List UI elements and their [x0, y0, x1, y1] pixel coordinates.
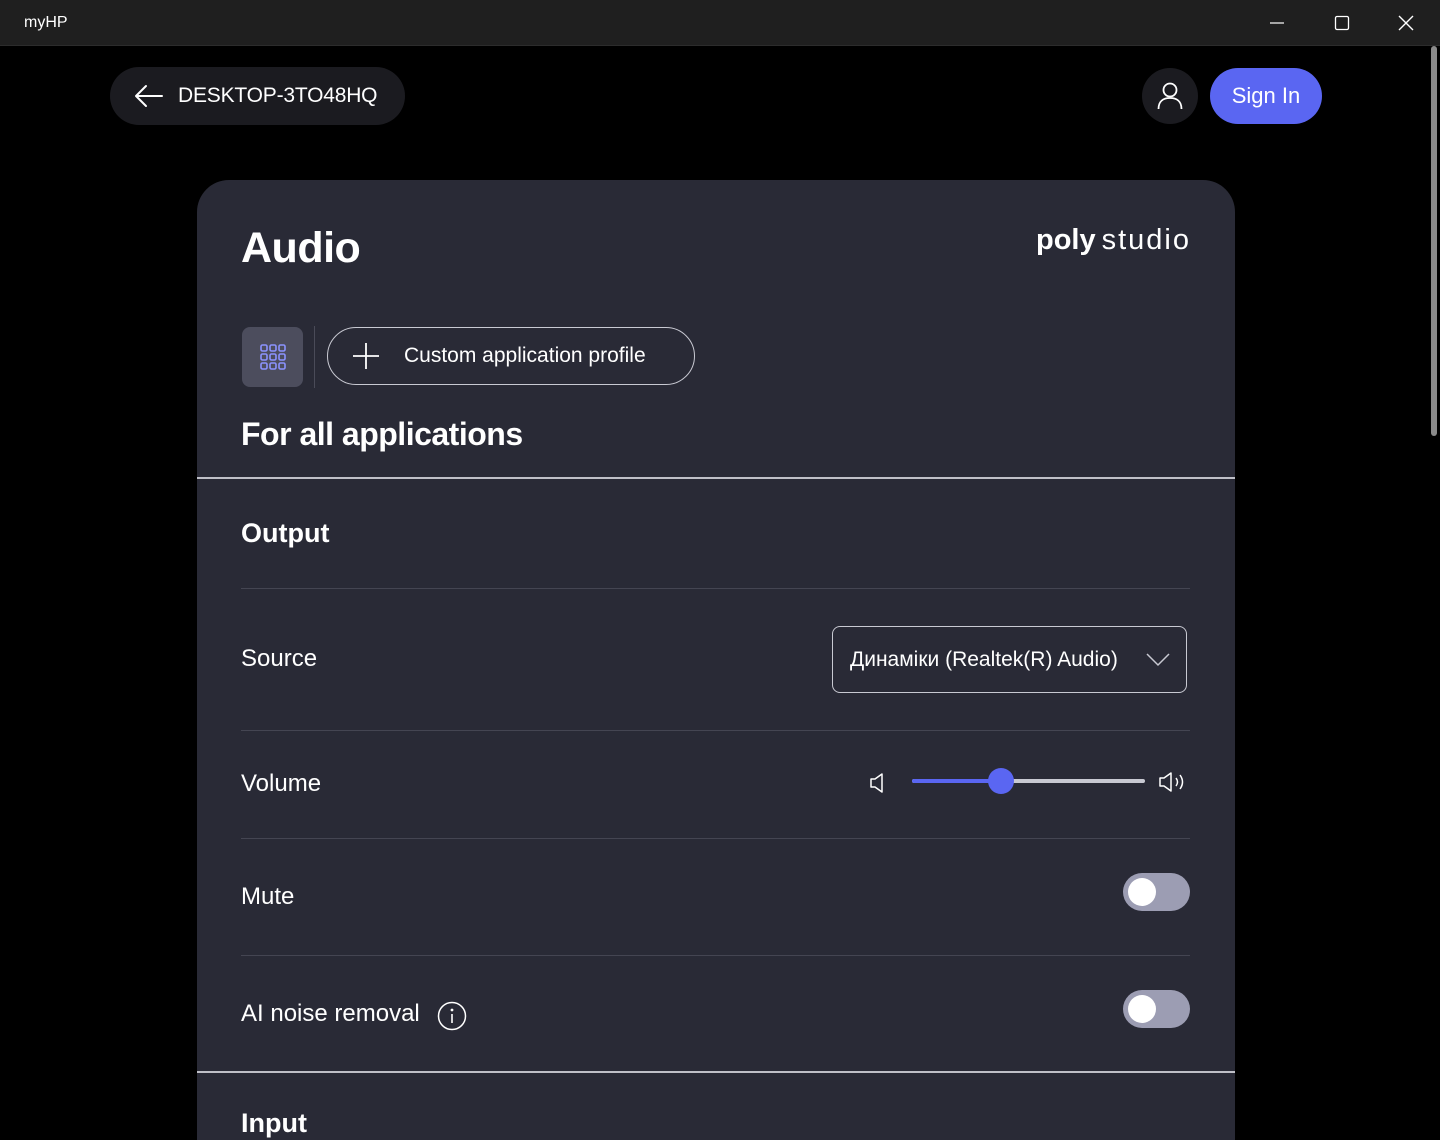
add-profile-label: Custom application profile — [404, 344, 646, 367]
ai-noise-removal-label: AI noise removal — [241, 1000, 420, 1027]
volume-low-icon[interactable] — [869, 772, 889, 794]
profile-divider — [314, 326, 315, 388]
grid-icon — [259, 344, 286, 370]
output-title: Output — [241, 518, 330, 548]
account-button[interactable] — [1142, 68, 1198, 124]
page-title: Audio — [241, 224, 361, 272]
volume-slider[interactable] — [912, 768, 1145, 794]
mute-label: Mute — [241, 883, 295, 910]
arrow-left-icon — [135, 85, 163, 107]
window-titlebar: myHP — [0, 0, 1440, 46]
audio-card: Audio poly studio Custom application prof… — [197, 180, 1235, 1140]
scrollbar-thumb[interactable] — [1431, 46, 1437, 436]
device-name: DESKTOP-3TO48HQ — [178, 84, 378, 107]
maximize-icon — [1334, 15, 1350, 31]
toggle-knob — [1128, 995, 1156, 1023]
app-title: myHP — [24, 14, 68, 31]
source-dropdown[interactable]: Динаміки (Realtek(R) Audio) — [832, 626, 1187, 693]
back-button[interactable]: DESKTOP-3TO48HQ — [110, 67, 405, 125]
row-divider — [241, 955, 1190, 956]
slider-thumb[interactable] — [987, 768, 1014, 794]
all-profiles-button[interactable] — [242, 327, 303, 387]
row-divider — [241, 838, 1190, 839]
plus-icon — [353, 343, 379, 369]
section-divider — [197, 1071, 1235, 1073]
poly-studio-logo: poly studio — [1035, 224, 1191, 256]
close-button[interactable] — [1374, 0, 1438, 46]
add-custom-profile-button[interactable]: Custom application profile — [327, 327, 695, 385]
volume-high-icon[interactable] — [1158, 770, 1190, 794]
source-label: Source — [241, 645, 318, 672]
mute-toggle[interactable] — [1123, 873, 1190, 911]
user-icon — [1157, 82, 1183, 110]
maximize-button[interactable] — [1310, 0, 1374, 46]
minimize-button[interactable] — [1245, 0, 1309, 46]
close-icon — [1398, 15, 1414, 31]
minimize-icon — [1270, 22, 1284, 24]
section-title: For all applications — [241, 416, 523, 452]
source-value: Динаміки (Realtek(R) Audio) — [850, 647, 1118, 671]
info-icon[interactable] — [437, 1001, 467, 1031]
ai-noise-removal-toggle[interactable] — [1123, 990, 1190, 1028]
row-divider — [241, 588, 1190, 589]
chevron-down-icon — [1146, 652, 1170, 666]
toggle-knob — [1128, 878, 1156, 906]
sign-in-button[interactable]: Sign In — [1210, 68, 1322, 124]
section-divider — [197, 477, 1235, 479]
volume-label: Volume — [241, 770, 322, 797]
row-divider — [241, 730, 1190, 731]
scrollbar[interactable] — [1428, 46, 1440, 1124]
